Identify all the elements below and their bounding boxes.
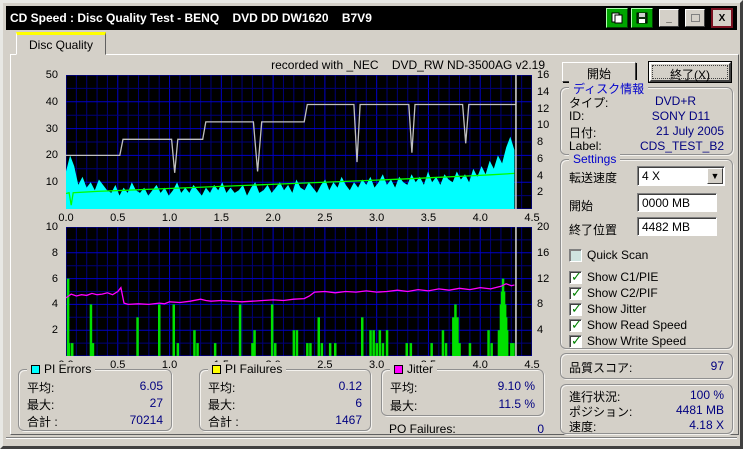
axis-tick-label: 8: [537, 298, 544, 311]
checkbox-show-c1-pie[interactable]: Show C1/PIE: [569, 269, 658, 285]
axis-tick-label: 4: [537, 324, 544, 337]
axis-tick-label: 12: [537, 272, 550, 285]
pi-errors-legend: PI Errors: [27, 362, 96, 376]
copy-button[interactable]: [606, 8, 628, 28]
checkbox-show-jitter[interactable]: Show Jitter: [569, 301, 646, 317]
axis-tick-label: 50: [45, 69, 58, 81]
axis-tick-label: 30: [45, 122, 58, 135]
jitter-legend: Jitter: [390, 362, 438, 376]
quick-scan-checkbox[interactable]: [569, 248, 582, 262]
stat-row: 最大: 27: [27, 396, 163, 412]
app-window: CD Speed : Disc Quality Test - BENQ DVD …: [0, 0, 743, 449]
checkbox-show-write-speed[interactable]: Show Write Speed: [569, 333, 686, 349]
stat-row: 合計 :1467: [208, 413, 362, 429]
po-failures-row: PO Failures: 0: [389, 422, 544, 436]
maximize-icon: [690, 14, 700, 22]
axis-tick-label: 20: [45, 149, 58, 162]
settings-group: Settings 転送速度 4 X ▼ 開始 0000 MB 終了位置 4482…: [560, 152, 733, 349]
axis-tick-label: 10: [537, 119, 550, 132]
tab-disc-quality[interactable]: Disc Quality: [16, 32, 107, 55]
show-write-speed-checkbox[interactable]: [569, 333, 582, 349]
transfer-speed-value: 4 X: [642, 169, 661, 183]
progress-group: 進行状況: 100 % ポジション: 4481 MB 速度: 4.18 X: [560, 384, 733, 434]
minimize-icon: _: [666, 12, 672, 24]
axis-tick-label: 8: [51, 246, 58, 259]
axis-tick-label: 20: [537, 221, 550, 233]
start-button[interactable]: 開始: [562, 62, 636, 82]
pi-errors-swatch: [31, 364, 40, 374]
jitter-legend-label: Jitter: [407, 362, 434, 376]
checkbox-show-c2-pif[interactable]: Show C2/PIF: [569, 285, 658, 301]
quality-score-group: 品質スコア: 97: [560, 353, 733, 379]
disc-info-row: Label: CDS_TEST_B2: [569, 139, 724, 153]
axis-tick-label: 16: [537, 69, 550, 81]
transfer-speed-select[interactable]: 4 X ▼: [637, 166, 725, 186]
plot-area: [66, 75, 532, 209]
titlebar-buttons: _ X: [606, 8, 733, 28]
save-button[interactable]: [631, 8, 653, 28]
settings-legend: Settings: [569, 152, 621, 166]
checkbox-show-read-speed[interactable]: Show Read Speed: [569, 317, 687, 333]
axis-tick-label: 12: [537, 102, 550, 115]
window-title: CD Speed : Disc Quality Test - BENQ DVD …: [10, 11, 372, 25]
close-icon: X: [718, 12, 726, 24]
stat-row: 最大: 6: [208, 396, 362, 412]
axis-tick-label: 8: [537, 136, 544, 148]
pi-errors-stats-group: PI Errors 平均: 6.05 最大: 27 合計 :70214: [18, 362, 172, 431]
axis-tick-label: 6: [51, 272, 58, 285]
exit-button[interactable]: 終了(X): [649, 62, 731, 82]
tab-panel: recorded with _NEC DVD_RW ND-3500AG v2.1…: [10, 54, 739, 436]
axis-tick-label: 4: [537, 169, 544, 182]
pi-errors-legend-label: PI Errors: [44, 362, 92, 376]
axis-tick-label: 10: [45, 221, 58, 233]
disc-info-group: ディスク情報 タイプ: DVD+R ID: SONY D11 日付: 21 July …: [560, 80, 733, 155]
copy-icon: [611, 12, 623, 24]
status-bar: [6, 437, 737, 446]
close-button[interactable]: X: [711, 8, 733, 28]
pi-errors-chart: 10 20 30 40 50 2 4 6 8 10 12 14 16 0.0 0.5 1.0 1.5 2.0 2.5…: [11, 61, 567, 224]
checkbox-quick-scan[interactable]: Quick Scan: [569, 248, 648, 262]
chevron-down-icon[interactable]: ▼: [707, 168, 723, 184]
disc-info-row: ID: SONY D11: [569, 109, 710, 123]
stat-row: 平均: 0.12: [208, 379, 362, 395]
axis-tick-label: 6: [537, 152, 544, 165]
jitter-stats-group: Jitter 平均: 9.10 % 最大: 11.5 %: [381, 362, 544, 416]
plot-area: [66, 227, 532, 356]
axis-tick-label: 2: [51, 324, 58, 337]
stat-row: 最大: 11.5 %: [390, 397, 535, 413]
show-jitter-checkbox[interactable]: [569, 301, 582, 317]
start-position-field[interactable]: 0000 MB: [637, 193, 717, 212]
jitter-swatch: [394, 364, 403, 374]
axis-tick-label: 40: [45, 95, 58, 108]
pi-failures-stats-group: PI Failures 平均: 0.12 最大: 6 合計 :1467: [199, 362, 371, 431]
end-position-field[interactable]: 4482 MB: [637, 217, 717, 236]
axis-tick-label: 2: [537, 186, 544, 199]
axis-tick-label: 14: [537, 85, 550, 98]
show-c1-pie-checkbox[interactable]: [569, 269, 582, 285]
speed-row: 速度: 4.18 X: [569, 418, 724, 434]
pif-jitter-chart: 246810481216200.00.51.01.52.02.53.03.54.…: [11, 213, 567, 373]
pi-failures-swatch: [212, 364, 221, 374]
maximize-button[interactable]: [685, 9, 705, 27]
quality-score-row: 品質スコア: 97: [569, 359, 724, 375]
titlebar: CD Speed : Disc Quality Test - BENQ DVD …: [6, 6, 737, 30]
show-c2-pif-checkbox[interactable]: [569, 285, 582, 301]
stat-row: 平均: 6.05: [27, 379, 163, 395]
stat-row: 平均: 9.10 %: [390, 379, 535, 395]
show-read-speed-checkbox[interactable]: [569, 317, 582, 333]
minimize-button[interactable]: _: [659, 9, 679, 27]
quality-score-value: 97: [710, 359, 724, 373]
save-icon: [636, 12, 648, 24]
pi-failures-legend: PI Failures: [208, 362, 287, 376]
axis-tick-label: 16: [537, 246, 550, 259]
axis-tick-label: 4: [51, 298, 58, 311]
pi-failures-legend-label: PI Failures: [225, 362, 283, 376]
axis-tick-label: 10: [45, 176, 58, 189]
stat-row: 合計 :70214: [27, 413, 163, 429]
